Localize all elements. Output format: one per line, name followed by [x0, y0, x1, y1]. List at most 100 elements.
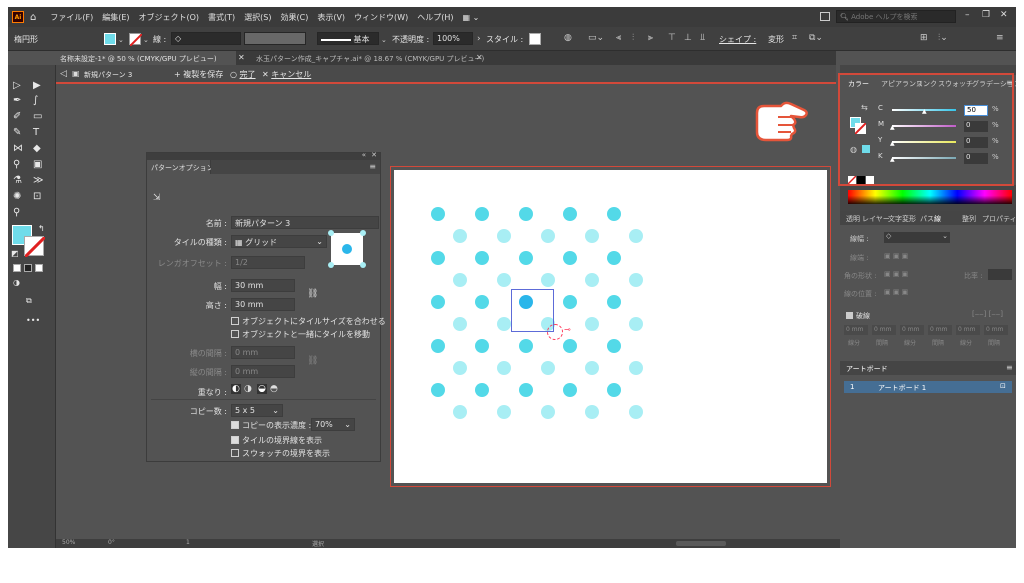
save-copy-button[interactable]: + 複製を保存: [174, 69, 223, 80]
panel-menu-icon[interactable]: ≡: [996, 33, 1004, 43]
width-field[interactable]: 30 mm: [231, 279, 295, 292]
tab-transform[interactable]: 変形: [902, 214, 916, 224]
menu-object[interactable]: オブジェクト(O): [139, 12, 200, 23]
dash-align-icons[interactable]: [‒‒] [‒‒]: [972, 310, 1003, 318]
artboard-nav-field[interactable]: 1: [186, 539, 190, 546]
pattern-name-field[interactable]: 新規パターン 3: [231, 216, 379, 229]
menu-select[interactable]: 選択(S): [244, 12, 271, 23]
tab-artboards[interactable]: アートボード: [846, 364, 888, 374]
brush-tool-icon[interactable]: ✐: [13, 111, 21, 122]
blend-tool-icon[interactable]: ≫: [33, 175, 43, 186]
transform-icon[interactable]: ⌗: [792, 33, 797, 43]
menu-window[interactable]: ウィンドウ(W): [354, 12, 408, 23]
overlap-top-icon[interactable]: ◒: [257, 384, 267, 394]
gradient-mode-icon[interactable]: [24, 264, 32, 272]
menu-file[interactable]: ファイル(F): [50, 12, 93, 23]
tab-pattern-options[interactable]: パターンオプション: [147, 160, 214, 174]
close-tab-icon[interactable]: ✕: [238, 53, 245, 62]
variable-width-field[interactable]: [244, 32, 306, 45]
tab-document-1[interactable]: 名称未設定-1* @ 50 % (CMYK/GPU プレビュー): [56, 51, 236, 65]
arrange-icon[interactable]: ⊞: [920, 33, 928, 43]
color-spectrum-bar[interactable]: [848, 190, 1012, 204]
tab-document-2[interactable]: 水玉パターン作成_キャプチャ.ai* @ 18.67 % (CMYK/GPU プ…: [252, 51, 492, 65]
align-options-icon[interactable]: ▭⌄: [588, 33, 604, 43]
color-mode-icon[interactable]: [13, 264, 21, 272]
tab-pathfinder[interactable]: パス: [920, 214, 934, 224]
direct-selection-tool-icon[interactable]: ▶: [33, 80, 41, 91]
align-middle-icon[interactable]: ⊥: [684, 33, 692, 43]
dim-copies-select[interactable]: 70% ⌄: [311, 418, 355, 431]
dashed-checkbox[interactable]: [846, 312, 853, 319]
curvature-tool-icon[interactable]: ∫: [33, 95, 38, 106]
shape-builder-tool-icon[interactable]: ⚲: [13, 159, 20, 170]
screen-mode-icon[interactable]: ⧉: [26, 295, 32, 306]
artboard-options-icon[interactable]: ⊡: [1000, 382, 1006, 390]
swap-fill-stroke-icon[interactable]: ↰: [38, 223, 45, 234]
stroke-color-box[interactable]: [23, 235, 47, 259]
tile-type-select[interactable]: ▦ グリッド ⌄: [231, 235, 327, 248]
minimize-icon[interactable]: –: [965, 10, 970, 20]
menu-type[interactable]: 書式(T): [208, 12, 235, 23]
status-mode[interactable]: 選択: [312, 539, 324, 548]
rotation-field[interactable]: 0°: [108, 539, 115, 546]
fit-tile-checkbox[interactable]: [231, 317, 239, 325]
stroke-style-field[interactable]: 基本: [317, 32, 379, 45]
menu-view[interactable]: 表示(V): [317, 12, 345, 23]
default-colors-icon[interactable]: ◩: [11, 248, 19, 259]
pencil-tool-icon[interactable]: ✎: [13, 127, 21, 138]
workspace-switcher-icon[interactable]: ▦ ⌄: [462, 13, 479, 22]
menu-edit[interactable]: 編集(E): [102, 12, 129, 23]
menu-effect[interactable]: 効果(C): [281, 12, 309, 23]
rectangle-tool-icon[interactable]: ▭: [33, 111, 42, 122]
eyedropper-tool-icon[interactable]: ⚗: [13, 175, 22, 186]
tab-properties[interactable]: プロパティ: [982, 214, 1016, 224]
align-center-icon[interactable]: ⫶: [632, 33, 634, 43]
align-bottom-icon[interactable]: ⫫: [700, 33, 705, 43]
selection-tool-icon[interactable]: ▷: [13, 80, 21, 91]
cancel-button[interactable]: ✕ キャンセル: [262, 69, 311, 80]
stroke-swatch[interactable]: [129, 33, 143, 47]
arrange-documents-icon[interactable]: [820, 12, 830, 21]
restore-icon[interactable]: ❐: [982, 10, 990, 20]
chevron-down-icon[interactable]: ⌄: [381, 35, 387, 45]
draw-mode-icon[interactable]: ◑: [13, 277, 20, 288]
recolor-icon[interactable]: ◍: [564, 33, 572, 43]
tile-edit-tool-icon[interactable]: ⇲: [153, 193, 161, 203]
show-swatch-bounds-checkbox[interactable]: [231, 449, 239, 457]
more-tools-icon[interactable]: •••: [26, 315, 40, 326]
stroke-weight-field[interactable]: ◇: [171, 32, 241, 45]
zoom-tool-icon[interactable]: ⚲: [13, 207, 20, 218]
tab-transparency[interactable]: 透明: [846, 214, 860, 224]
close-icon[interactable]: ✕: [371, 151, 377, 159]
align-left-icon[interactable]: ⫷: [616, 33, 621, 43]
back-arrow-icon[interactable]: ◁: [60, 69, 67, 79]
chevron-down-icon[interactable]: ⌄: [118, 35, 124, 45]
close-icon[interactable]: ✕: [1000, 10, 1008, 20]
close-tab-icon[interactable]: ✕: [476, 53, 483, 62]
align-top-icon[interactable]: ⊤: [668, 33, 676, 43]
tab-align[interactable]: 整列: [962, 214, 976, 224]
fill-swatch[interactable]: [104, 33, 116, 45]
copies-select[interactable]: 5 x 5 ⌄: [231, 404, 283, 417]
chevron-right-icon[interactable]: ›: [477, 34, 481, 44]
height-field[interactable]: 30 mm: [231, 298, 295, 311]
isolate-icon[interactable]: ⧉⌄: [809, 33, 823, 43]
move-tile-checkbox[interactable]: [231, 330, 239, 338]
home-icon[interactable]: ⌂: [30, 12, 36, 23]
chevron-down-icon[interactable]: ⌄: [143, 35, 149, 45]
none-mode-icon[interactable]: [35, 264, 43, 272]
panel-menu-icon[interactable]: ≡: [369, 162, 376, 171]
artboard-row[interactable]: 1 アートボード 1 ⊡: [844, 381, 1012, 393]
free-transform-tool-icon[interactable]: ▣: [33, 159, 42, 170]
tab-stroke[interactable]: 線: [934, 214, 941, 224]
type-tool-icon[interactable]: T: [33, 127, 39, 138]
opacity-field[interactable]: 100%: [433, 32, 473, 45]
align-right-icon[interactable]: ⫸: [648, 33, 653, 43]
zoom-field[interactable]: 50%: [62, 539, 75, 546]
artboard-tool-icon[interactable]: ⊡: [33, 191, 41, 202]
control-menu-icon[interactable]: ⫶⌄: [938, 33, 948, 43]
horizontal-scrollbar-thumb[interactable]: [676, 541, 726, 546]
symbol-sprayer-tool-icon[interactable]: ✺: [13, 191, 21, 202]
link-dimensions-icon[interactable]: ⛓: [307, 289, 318, 299]
tab-layers[interactable]: レイヤー: [862, 214, 890, 224]
